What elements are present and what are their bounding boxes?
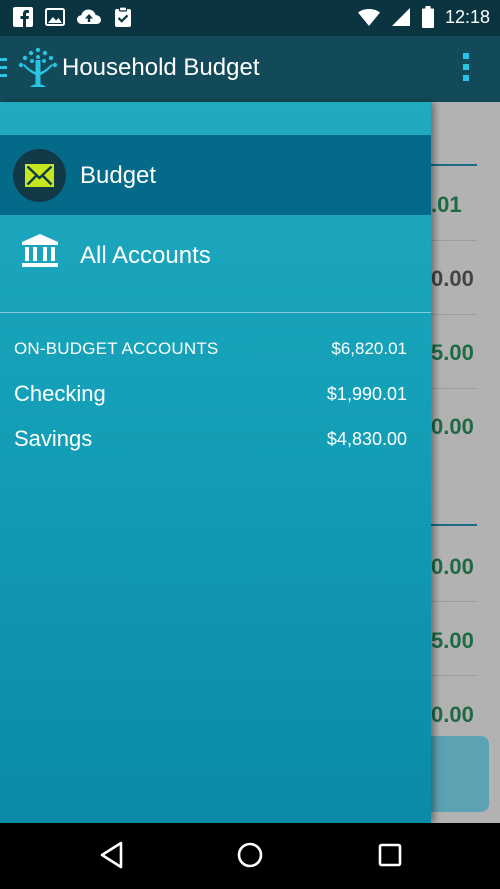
recents-icon[interactable]: [376, 840, 404, 870]
clipboard-check-icon: [115, 6, 131, 27]
section-divider: [431, 164, 477, 166]
account-savings-balance: $4,830.00: [326, 429, 407, 449]
gallery-icon: [45, 8, 65, 26]
floating-button-background: [431, 736, 489, 812]
navigation-drawer: Budget All Accounts ON-BUDGET ACCOUNTS $…: [0, 102, 431, 823]
row-divider: [431, 314, 477, 315]
back-icon[interactable]: [98, 840, 126, 870]
wifi-icon: [357, 9, 380, 26]
budget-icon-badge: [13, 149, 66, 202]
drawer-divider: [0, 312, 431, 313]
row-divider: [431, 388, 477, 389]
system-status-icons: 12:18: [357, 5, 490, 29]
amount: 0.00: [431, 554, 474, 579]
cell-signal-icon: [391, 8, 410, 26]
amount: 5.00: [431, 340, 474, 365]
cloud-upload-icon: [77, 9, 101, 24]
account-checking-balance: $1,990.01: [326, 384, 407, 404]
amount: 0.00: [431, 702, 474, 727]
row-divider: [431, 601, 477, 602]
on-budget-accounts-total: $6,820.01: [331, 339, 407, 358]
amount: 0.00: [431, 414, 474, 439]
account-savings[interactable]: Savings: [14, 426, 92, 452]
status-bar: 12:18: [0, 0, 500, 36]
amount: 0.00: [431, 266, 474, 291]
notification-icons: [12, 6, 134, 28]
overflow-menu-icon[interactable]: [460, 52, 472, 82]
on-budget-accounts-header: ON-BUDGET ACCOUNTS: [14, 339, 219, 358]
hamburger-icon[interactable]: [0, 56, 8, 80]
facebook-icon: [13, 7, 33, 27]
bank-icon: [22, 234, 58, 267]
account-checking[interactable]: Checking: [14, 381, 106, 407]
row-divider: [431, 675, 477, 676]
amount: .01: [431, 192, 462, 217]
row-divider: [431, 240, 477, 241]
home-icon[interactable]: [236, 840, 264, 870]
amount: 5.00: [431, 628, 474, 653]
clock: 12:18: [444, 7, 490, 27]
app-bar: Household Budget: [0, 36, 500, 102]
battery-icon: [421, 6, 434, 28]
app-title: Household Budget: [62, 54, 260, 81]
drawer-item-budget-label[interactable]: Budget: [80, 162, 156, 190]
system-navigation-bar: [0, 823, 500, 889]
drawer-item-all-accounts[interactable]: All Accounts: [80, 242, 211, 270]
envelope-icon: [25, 164, 54, 187]
section-divider: [431, 524, 477, 526]
tree-logo-icon: [18, 47, 58, 87]
